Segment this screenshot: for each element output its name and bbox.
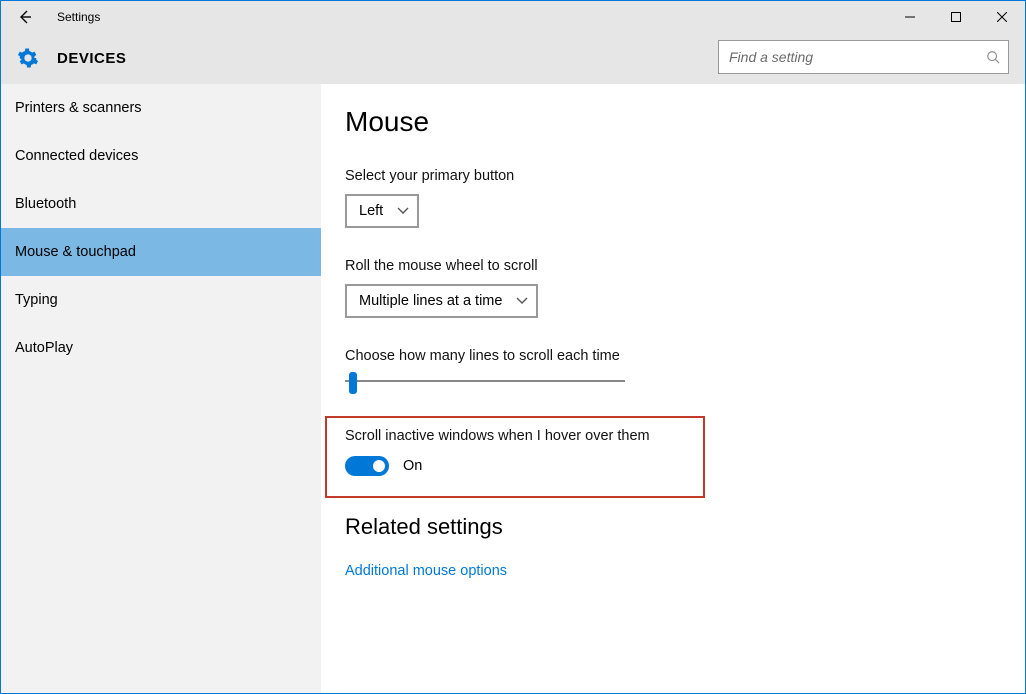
chevron-down-icon xyxy=(397,207,409,215)
primary-button-dropdown[interactable]: Left xyxy=(345,194,419,228)
sidebar-item-label: Printers & scanners xyxy=(15,100,142,116)
window-title: Settings xyxy=(57,10,100,24)
sidebar-item-label: Mouse & touchpad xyxy=(15,244,136,260)
header: DEVICES xyxy=(1,32,1025,84)
lines-scroll-label: Choose how many lines to scroll each tim… xyxy=(345,348,1025,364)
sidebar-item-mouse-touchpad[interactable]: Mouse & touchpad xyxy=(1,228,321,276)
close-icon xyxy=(997,12,1007,22)
toggle-state-label: On xyxy=(403,458,422,474)
sidebar-item-autoplay[interactable]: AutoPlay xyxy=(1,324,321,372)
minimize-button[interactable] xyxy=(887,1,933,32)
sidebar-item-printers[interactable]: Printers & scanners xyxy=(1,84,321,132)
sidebar: Printers & scanners Connected devices Bl… xyxy=(1,84,321,693)
page-title: Mouse xyxy=(345,106,1025,138)
inactive-scroll-toggle[interactable] xyxy=(345,456,389,476)
back-button[interactable] xyxy=(1,1,49,32)
back-arrow-icon xyxy=(17,9,33,25)
sidebar-item-typing[interactable]: Typing xyxy=(1,276,321,324)
slider-thumb[interactable] xyxy=(349,372,357,394)
lines-scroll-slider[interactable] xyxy=(345,380,625,382)
inactive-scroll-label: Scroll inactive windows when I hover ove… xyxy=(345,428,703,444)
additional-mouse-options-link[interactable]: Additional mouse options xyxy=(345,563,507,579)
sidebar-item-label: Connected devices xyxy=(15,148,138,164)
settings-window: Settings DEVICES Printers & s xyxy=(0,0,1026,694)
maximize-icon xyxy=(951,12,961,22)
titlebar: Settings xyxy=(1,1,1025,32)
related-settings-title: Related settings xyxy=(345,514,1025,540)
content: Mouse Select your primary button Left Ro… xyxy=(321,84,1025,693)
search-icon xyxy=(978,50,1008,64)
sidebar-item-bluetooth[interactable]: Bluetooth xyxy=(1,180,321,228)
sidebar-item-connected-devices[interactable]: Connected devices xyxy=(1,132,321,180)
search-box[interactable] xyxy=(718,40,1009,74)
toggle-knob xyxy=(373,460,385,472)
minimize-icon xyxy=(905,12,915,22)
inactive-scroll-toggle-row: On xyxy=(345,456,703,476)
close-button[interactable] xyxy=(979,1,1025,32)
primary-button-label: Select your primary button xyxy=(345,168,1025,184)
dropdown-value: Multiple lines at a time xyxy=(359,293,502,309)
maximize-button[interactable] xyxy=(933,1,979,32)
gear-icon xyxy=(13,47,43,69)
sidebar-item-label: AutoPlay xyxy=(15,340,73,356)
dropdown-value: Left xyxy=(359,203,383,219)
sidebar-item-label: Bluetooth xyxy=(15,196,76,212)
header-title: DEVICES xyxy=(57,50,126,67)
highlight-annotation: Scroll inactive windows when I hover ove… xyxy=(325,416,705,498)
body: Printers & scanners Connected devices Bl… xyxy=(1,84,1025,693)
window-controls xyxy=(887,1,1025,32)
sidebar-item-label: Typing xyxy=(15,292,58,308)
wheel-scroll-dropdown[interactable]: Multiple lines at a time xyxy=(345,284,538,318)
wheel-scroll-label: Roll the mouse wheel to scroll xyxy=(345,258,1025,274)
search-input[interactable] xyxy=(719,41,978,73)
chevron-down-icon xyxy=(516,297,528,305)
